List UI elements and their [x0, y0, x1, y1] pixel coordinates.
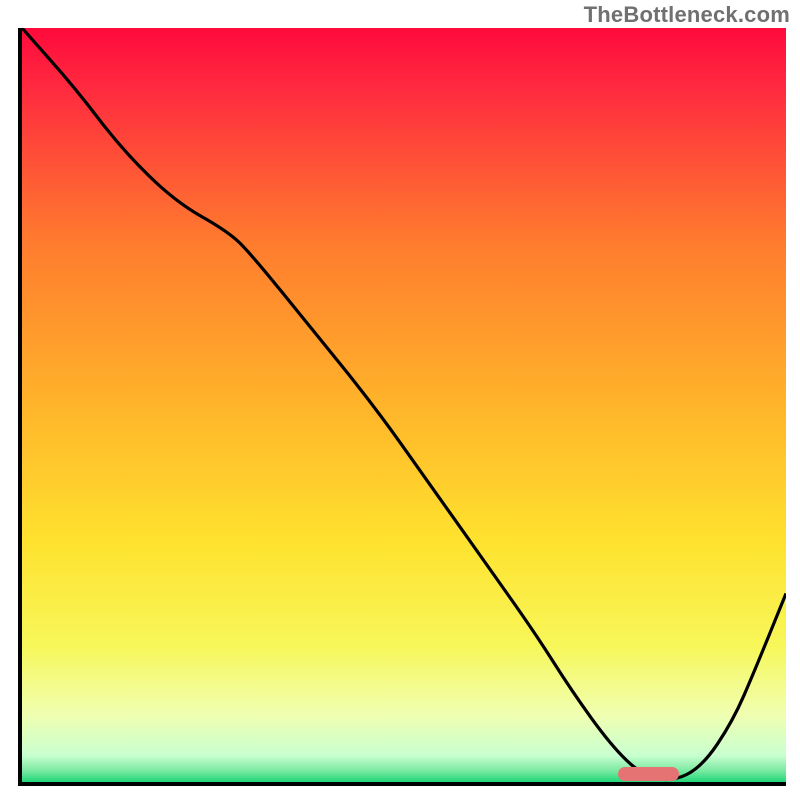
chart-container: TheBottleneck.com	[0, 0, 800, 800]
watermark-text: TheBottleneck.com	[584, 2, 790, 28]
plot-area	[18, 28, 786, 786]
bottleneck-curve-path	[22, 28, 786, 779]
optimal-marker	[618, 767, 679, 781]
bottleneck-curve-svg	[22, 28, 786, 782]
